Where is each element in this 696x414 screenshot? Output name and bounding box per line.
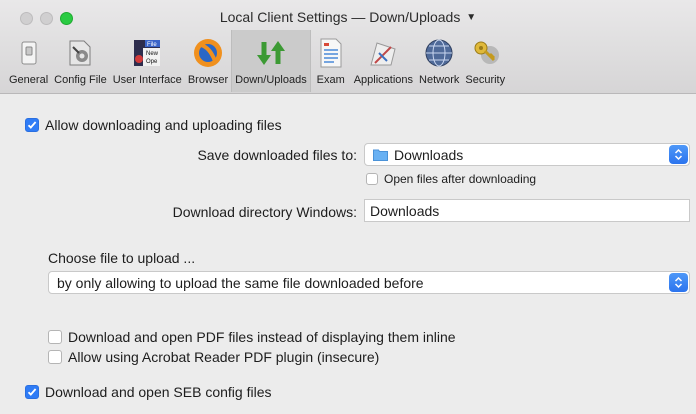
open-after-row[interactable]: Open files after downloading	[366, 172, 536, 186]
tab-label: General	[9, 74, 49, 86]
tab-exam[interactable]: Exam	[311, 30, 351, 92]
allow-downloading-row[interactable]: Allow downloading and uploading files	[25, 117, 282, 133]
security-icon	[468, 36, 502, 70]
tab-label: Config File	[54, 74, 107, 86]
tab-network[interactable]: Network	[416, 30, 462, 92]
windows-dir-value: Downloads	[370, 202, 440, 219]
user-interface-icon: File New Ope	[130, 36, 164, 70]
browser-icon	[191, 36, 225, 70]
open-after-label: Open files after downloading	[384, 172, 537, 186]
tab-label: Network	[419, 74, 460, 86]
acrobat-row[interactable]: Allow using Acrobat Reader PDF plugin (i…	[48, 349, 379, 365]
switch-icon	[12, 36, 46, 70]
folder-icon	[373, 149, 388, 161]
window-titlebar: Local Client Settings — Down/Uploads ▼ G…	[0, 0, 696, 94]
tab-label: Security	[465, 74, 506, 86]
save-location-select[interactable]: Downloads	[364, 143, 690, 166]
tab-label: User Interface	[112, 74, 182, 86]
seb-config-checkbox[interactable]	[25, 385, 39, 399]
config-file-icon	[63, 36, 97, 70]
tab-security[interactable]: Security	[462, 30, 508, 92]
tab-config-file[interactable]: Config File	[51, 30, 110, 92]
window-title-text: Local Client Settings	[219, 9, 348, 25]
tab-label: Browser	[187, 74, 229, 86]
tab-label: Down/Uploads	[235, 74, 307, 86]
window-title[interactable]: Local Client Settings — Down/Uploads ▼	[0, 9, 696, 25]
seb-config-label: Download and open SEB config files	[45, 384, 272, 400]
pdf-label: Download and open PDF files instead of d…	[68, 329, 456, 345]
allow-downloading-checkbox[interactable]	[25, 118, 39, 132]
window-title-section: Down/Uploads	[369, 9, 461, 25]
tab-down-uploads[interactable]: Down/Uploads	[231, 30, 311, 92]
windows-dir-field[interactable]: Downloads	[364, 199, 690, 222]
choose-upload-label: Choose file to upload ...	[48, 250, 196, 266]
select-stepper-icon	[669, 273, 688, 292]
down-uploads-pane: Allow downloading and uploading files Sa…	[0, 95, 696, 414]
choose-upload-heading: Choose file to upload ...	[48, 250, 195, 266]
acrobat-checkbox[interactable]	[48, 350, 62, 364]
tab-applications[interactable]: Applications	[351, 30, 416, 92]
tab-browser[interactable]: Browser	[185, 30, 231, 92]
open-after-checkbox[interactable]	[366, 173, 378, 185]
windows-dir-label: Download directory Windows:	[172, 204, 357, 220]
tab-user-interface[interactable]: File New Ope User Interface	[110, 30, 185, 92]
save-downloaded-label: Save downloaded files to:	[197, 147, 357, 163]
allow-downloading-label: Allow downloading and uploading files	[45, 117, 282, 133]
tab-label: Exam	[316, 74, 345, 86]
tab-general[interactable]: General	[6, 30, 51, 92]
acrobat-label: Allow using Acrobat Reader PDF plugin (i…	[68, 349, 380, 365]
tab-label: Applications	[353, 74, 414, 86]
seb-config-row[interactable]: Download and open SEB config files	[25, 384, 271, 400]
title-dropdown-icon[interactable]: ▼	[466, 12, 476, 23]
preferences-toolbar: General Config File File New Ope User Inte…	[6, 30, 508, 92]
window-title-separator: —	[351, 9, 366, 25]
ui-icon-text-open: Ope	[146, 59, 158, 65]
ui-icon-text-new: New	[146, 51, 159, 57]
network-icon	[422, 36, 456, 70]
pdf-row[interactable]: Download and open PDF files instead of d…	[48, 329, 456, 345]
pdf-checkbox[interactable]	[48, 330, 62, 344]
save-location-value: Downloads	[394, 146, 464, 163]
down-uploads-icon	[254, 36, 288, 70]
upload-policy-value: by only allowing to upload the same file…	[57, 274, 424, 291]
exam-icon	[314, 36, 348, 70]
applications-icon	[366, 36, 400, 70]
select-stepper-icon	[669, 145, 688, 164]
ui-icon-text-file: File	[147, 42, 157, 48]
upload-policy-select[interactable]: by only allowing to upload the same file…	[48, 271, 690, 294]
